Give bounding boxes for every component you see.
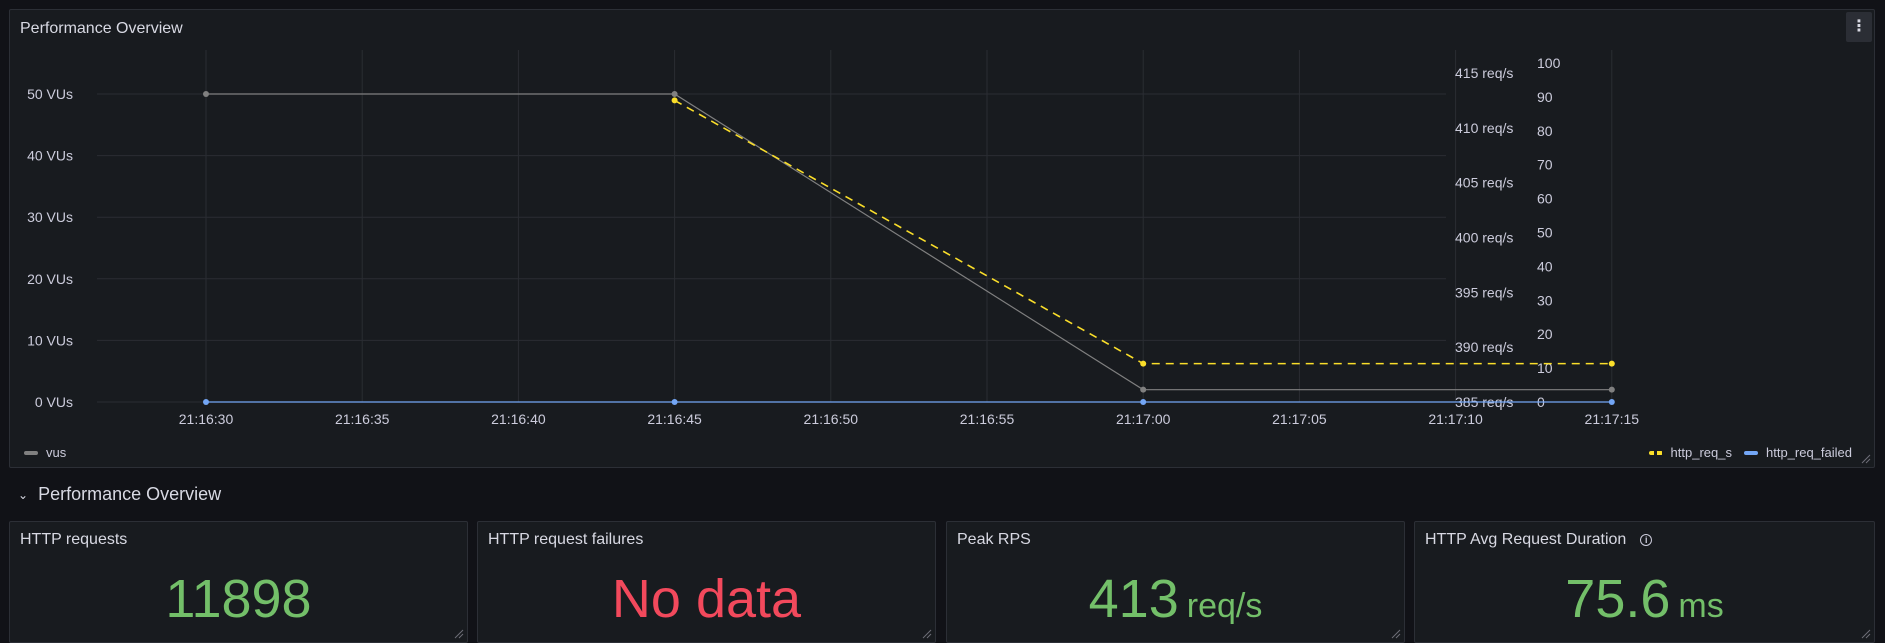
resize-handle-icon[interactable] — [1391, 629, 1401, 639]
series-point-http-req-failed[interactable] — [1140, 399, 1147, 405]
y-right2-tick-label: 50 — [1537, 225, 1553, 241]
stat-number: 75.6 — [1565, 569, 1671, 629]
y-left-tick-label: 20 VUs — [27, 271, 73, 287]
stat-title-text: HTTP Avg Request Duration — [1425, 531, 1627, 548]
stat-unit: req/s — [1186, 587, 1263, 625]
x-tick-label: 21:16:50 — [804, 411, 859, 427]
legend-item-http-req-s[interactable]: http_req_s — [1648, 445, 1732, 460]
series-point-http-req-s[interactable] — [1140, 360, 1147, 367]
series-point-http-req-failed[interactable] — [203, 399, 209, 405]
x-tick-label: 21:16:35 — [335, 411, 390, 427]
x-tick-label: 21:16:55 — [960, 411, 1015, 427]
stat-number: 413 — [1088, 569, 1179, 629]
legend-left: vus — [24, 445, 66, 460]
series-line-vus[interactable] — [206, 93, 1612, 391]
timeseries-panel: Performance Overview ⋮ 0 VUs 10 VUs 20 VUs… — [9, 9, 1875, 468]
stat-unit: ms — [1678, 587, 1724, 625]
y-right2-tick-label: 30 — [1537, 292, 1553, 308]
legend-item-vus[interactable]: vus — [24, 445, 66, 460]
x-tick-label: 21:17:05 — [1272, 411, 1327, 427]
stat-value: 413 req/s — [947, 568, 1404, 630]
info-icon[interactable]: i — [1640, 534, 1653, 546]
y-right1-tick-label: 390 req/s — [1455, 339, 1513, 355]
chart-canvas[interactable]: 0 VUs10 VUs20 VUs30 VUs40 VUs50 VUs 385 … — [10, 10, 1876, 469]
y-right2-tick-label: 60 — [1537, 191, 1553, 207]
stat-value: 11898 — [10, 568, 467, 630]
series-point-vus[interactable] — [203, 91, 209, 97]
resize-handle-icon[interactable] — [922, 629, 932, 639]
stat-value: No data — [478, 568, 935, 630]
y-right2-tick-label: 40 — [1537, 258, 1553, 274]
y-left-tick-label: 50 VUs — [27, 86, 73, 102]
y-right2-tick-label: 10 — [1537, 360, 1553, 376]
resize-handle-icon[interactable] — [454, 629, 464, 639]
y-right2-tick-label: 70 — [1537, 157, 1553, 173]
legend-label-vus: vus — [46, 445, 67, 460]
y-right1-tick-label: 410 req/s — [1455, 120, 1513, 136]
stat-panel-http-requests: HTTP requests 11898 — [9, 521, 468, 643]
series-point-vus[interactable] — [671, 91, 678, 97]
series-point-vus[interactable] — [1608, 386, 1615, 393]
series-point-http-req-failed[interactable] — [671, 399, 678, 405]
stat-title[interactable]: HTTP Avg Request Duration i — [1425, 531, 1653, 549]
chevron-down-icon: ⌄ — [18, 487, 29, 502]
y-right1-tick-label: 400 req/s — [1455, 230, 1513, 246]
stat-title[interactable]: HTTP request failures — [488, 531, 643, 549]
legend-swatch-http-req-s — [1648, 450, 1663, 455]
series-point-vus[interactable] — [1140, 386, 1147, 393]
y-right2-tick-label: 90 — [1537, 89, 1553, 105]
row-header[interactable]: ⌄ Performance Overview — [18, 484, 221, 505]
legend-label-http-req-s: http_req_s — [1670, 445, 1732, 460]
y-right1-tick-label: 415 req/s — [1455, 65, 1513, 81]
y-left-tick-label: 30 VUs — [27, 209, 73, 225]
y-right1-tick-label: 395 req/s — [1455, 284, 1513, 300]
stat-title[interactable]: HTTP requests — [20, 531, 127, 549]
legend-right: http_req_s http_req_failed — [1648, 445, 1852, 460]
stat-number: No data — [611, 569, 802, 629]
stat-title[interactable]: Peak RPS — [957, 531, 1031, 549]
series-point-http-req-failed[interactable] — [1608, 399, 1615, 405]
x-tick-label: 21:17:10 — [1428, 411, 1483, 427]
stat-panel-http-avg-request-duration: HTTP Avg Request Duration i 75.6 ms — [1414, 521, 1875, 643]
legend-item-http-req-failed[interactable]: http_req_failed — [1743, 445, 1852, 460]
y-right2-tick-label: 100 — [1537, 55, 1561, 71]
y-left-tick-label: 10 VUs — [27, 332, 73, 348]
y-right1-tick-label: 405 req/s — [1455, 175, 1513, 191]
y-right2-tick-label: 20 — [1537, 326, 1553, 342]
legend-label-http-req-failed: http_req_failed — [1765, 445, 1852, 460]
stat-value: 75.6 ms — [1415, 568, 1874, 630]
resize-handle-icon[interactable] — [1861, 629, 1871, 639]
y-left-tick-label: 40 VUs — [27, 148, 73, 164]
row-title: Performance Overview — [38, 484, 222, 504]
x-tick-label: 21:16:40 — [491, 411, 546, 427]
x-tick-label: 21:16:30 — [179, 411, 234, 427]
stat-title-text: HTTP request failures — [488, 531, 644, 548]
legend-swatch-http-req-failed — [1743, 450, 1758, 455]
x-tick-label: 21:16:45 — [647, 411, 702, 427]
x-tick-label: 21:17:15 — [1585, 411, 1640, 427]
stat-title-text: Peak RPS — [957, 531, 1031, 548]
stat-title-text: HTTP requests — [20, 531, 128, 548]
stat-number: 11898 — [165, 569, 312, 629]
resize-handle-icon[interactable] — [1861, 454, 1871, 464]
series-point-http-req-s[interactable] — [671, 97, 678, 104]
x-tick-label: 21:17:00 — [1116, 411, 1171, 427]
stat-panel-peak-rps: Peak RPS 413 req/s — [946, 521, 1405, 643]
y-left-tick-label: 0 VUs — [35, 394, 73, 410]
stat-panel-http-request-failures: HTTP request failures No data — [477, 521, 936, 643]
series-point-http-req-s[interactable] — [1608, 360, 1615, 367]
y-right2-tick-label: 80 — [1537, 123, 1553, 139]
legend-swatch-vus — [24, 450, 38, 455]
